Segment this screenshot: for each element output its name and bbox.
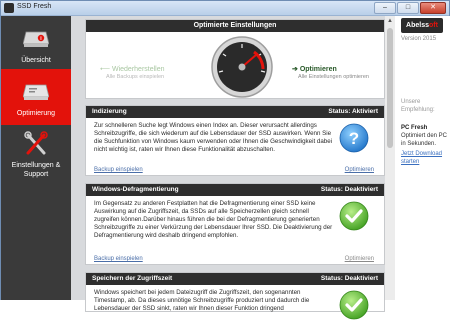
optimize-action[interactable]: ➔ Optimieren Alle Einstellungen optimier… — [292, 65, 369, 80]
settings-card: Speichern der Zugriffszeit Status: Deakt… — [85, 272, 385, 320]
sidebar-item-uebersicht[interactable]: i Übersicht — [1, 20, 71, 72]
drive-icon: i — [23, 31, 49, 47]
abelssoft-logo: Abelssoft — [401, 18, 443, 33]
backup-link[interactable]: Backup einspielen — [94, 167, 143, 173]
speedometer-icon — [211, 36, 273, 98]
sidebar-item-einstellungen[interactable]: Einstellungen & Support — [1, 129, 71, 189]
card-description: Windows speichert bei jedem Dateizugriff… — [94, 289, 310, 312]
minimize-button[interactable]: – — [374, 2, 396, 14]
restore-arrow-icon: ⟵ — [100, 66, 112, 73]
close-button[interactable]: ✕ — [420, 2, 446, 14]
card-description: Zur schnelleren Suche legt Windows einen… — [94, 122, 333, 153]
main-content: Optimierte Einstellungen ⟵ Wiederherstel… — [71, 16, 395, 320]
version-label: Version 2015 — [401, 36, 437, 42]
right-panel: Abelssoft Version 2015 Unsere Empfehlung… — [395, 16, 450, 300]
optimize-label: Optimieren — [299, 66, 337, 73]
window-title: SSD Fresh — [17, 3, 52, 10]
optimize-sub: Alle Einstellungen optimieren — [298, 74, 369, 80]
panel-title: Optimierte Einstellungen — [86, 20, 384, 32]
checkmark-icon — [339, 201, 369, 231]
optimize-arrow-icon: ➔ — [292, 66, 300, 73]
sidebar-item-optimierung[interactable]: Optimierung — [1, 69, 71, 125]
optimization-panel: Optimierte Einstellungen ⟵ Wiederherstel… — [85, 19, 385, 99]
status-badge: Status: Deaktiviert — [320, 186, 378, 193]
maximize-button[interactable]: □ — [397, 2, 419, 14]
sidebar-item-label: Einstellungen & Support — [11, 162, 61, 178]
recommendation-description: Optimiert den PC in Sekunden. — [401, 133, 448, 147]
restore-sub: Alle Backups einspielen — [106, 74, 165, 80]
status-badge: Status: Deaktiviert — [320, 275, 378, 282]
drive-icon — [23, 84, 49, 100]
scroll-thumb[interactable] — [387, 28, 393, 148]
card-header: Indizierung Status: Aktiviert — [86, 106, 384, 118]
status-badge: Status: Aktiviert — [328, 108, 378, 115]
optimize-link[interactable]: Optimieren — [345, 256, 374, 262]
app-icon — [4, 3, 14, 13]
card-title: Windows-Defragmentierung — [92, 186, 179, 193]
recommendation-heading: Unsere Empfehlung: — [401, 99, 435, 113]
title-bar: SSD Fresh – □ ✕ — [1, 1, 449, 16]
restore-label: Wiederherstellen — [111, 66, 165, 73]
settings-card: Windows-Defragmentierung Status: Deaktiv… — [85, 183, 385, 265]
sidebar-item-label: Optimierung — [16, 110, 56, 117]
sidebar: i Übersicht Optimierung Einstellungen & … — [1, 16, 71, 300]
card-description: Im Gegensatz zu anderen Festplatten hat … — [94, 200, 333, 239]
app-window: SSD Fresh – □ ✕ i Übersicht Optimierung — [0, 0, 450, 320]
card-header: Windows-Defragmentierung Status: Deaktiv… — [86, 184, 384, 196]
settings-card: Indizierung Status: Aktiviert Zur schnel… — [85, 105, 385, 176]
scroll-up-icon[interactable]: ▲ — [385, 16, 395, 26]
download-link[interactable]: Jetzt Download starten — [401, 151, 450, 166]
checkmark-icon — [339, 290, 369, 320]
card-title: Speichern der Zugriffszeit — [92, 275, 173, 282]
card-header: Speichern der Zugriffszeit Status: Deakt… — [86, 273, 384, 285]
svg-text:?: ? — [349, 129, 359, 148]
question-icon: ? — [339, 123, 369, 153]
recommendation-title: PC Fresh — [401, 125, 428, 131]
card-title: Indizierung — [92, 108, 127, 115]
scrollbar[interactable]: ▲ — [385, 16, 395, 300]
restore-action[interactable]: ⟵ Wiederherstellen Alle Backups einspiel… — [100, 65, 165, 80]
backup-link[interactable]: Backup einspielen — [94, 256, 143, 262]
optimize-link[interactable]: Optimieren — [345, 167, 374, 173]
sidebar-item-label: Übersicht — [21, 57, 51, 64]
tools-icon — [24, 131, 48, 155]
